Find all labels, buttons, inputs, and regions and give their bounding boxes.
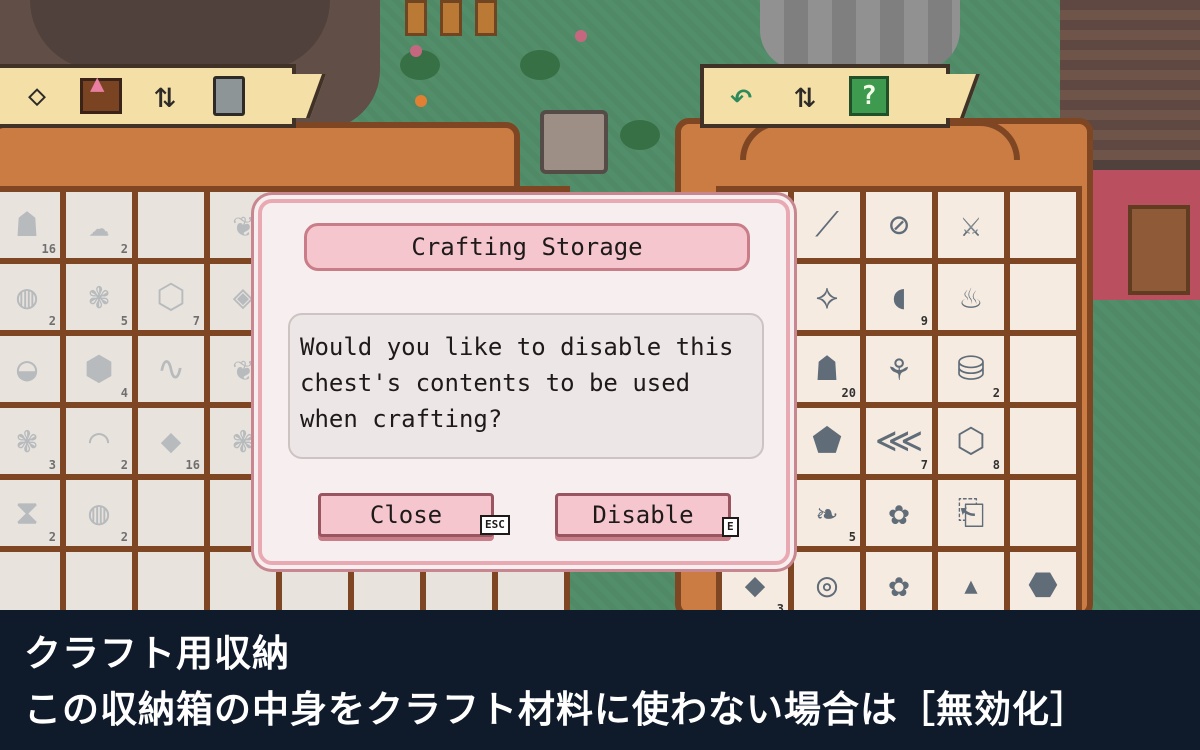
left-toolbar: ◇ ⇅ (0, 64, 296, 128)
sort-button[interactable]: ⇅ (142, 73, 188, 119)
gem-icon: ◇ (27, 78, 47, 113)
trash-button[interactable] (206, 73, 252, 119)
sort-arrows-icon: ⇅ (794, 75, 816, 116)
esc-key-hint: ESC (480, 515, 510, 535)
close-button[interactable]: Close (318, 493, 494, 537)
undo-arrow-icon: ↶ (728, 73, 754, 119)
caption-bar: クラフト用収納 この収納箱の中身をクラフト材料に使わない場合は［無効化］ (0, 610, 1200, 750)
filter-gem-button[interactable]: ◇ (14, 73, 60, 119)
dialog-title: Crafting Storage (304, 223, 750, 271)
crafting-storage-dialog: Crafting Storage Would you like to disab… (258, 199, 790, 565)
e-key-hint: E (722, 517, 739, 537)
chest-upload-icon (80, 71, 122, 114)
deposit-chest-button[interactable] (78, 71, 124, 119)
trash-icon (213, 76, 245, 116)
disable-button[interactable]: Disable (555, 493, 731, 537)
help-button[interactable]: ? (846, 73, 892, 119)
caption-title: クラフト用収納 (24, 632, 290, 675)
caption-description: この収納箱の中身をクラフト材料に使わない場合は［無効化］ (24, 688, 1088, 731)
undo-button[interactable]: ↶ (718, 73, 764, 119)
dialog-message: Would you like to disable this chest's c… (288, 313, 764, 459)
help-icon: ? (849, 76, 889, 116)
sort-button[interactable]: ⇅ (782, 73, 828, 119)
sort-arrows-icon: ⇅ (154, 75, 176, 116)
